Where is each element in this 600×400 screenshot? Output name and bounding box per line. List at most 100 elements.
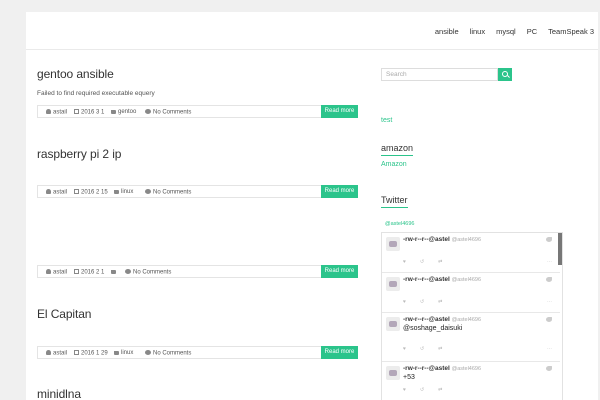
tweet-handle: @astel4696 <box>451 237 482 243</box>
post-meta: astail 2016 1 29 linux No Comments Read … <box>37 346 358 359</box>
widget-title-amazon: amazon <box>381 143 414 156</box>
folder-icon <box>114 350 119 355</box>
comment-icon <box>145 189 151 194</box>
site-header: ansible linux mysql PC TeamSpeak 3 <box>26 12 598 50</box>
post-author[interactable]: astail <box>46 350 67 357</box>
main-nav: ansible linux mysql PC TeamSpeak 3 <box>424 27 594 36</box>
tweet-author: -rw-r--r--@astel <box>403 236 450 243</box>
post-comments[interactable]: No Comments <box>145 109 191 116</box>
twitter-timeline[interactable]: -rw-r--r--@astel @astel4696 ♥ ↺ ⇄ ⋯ -rw-r-… <box>381 232 563 400</box>
post-author[interactable]: astail <box>46 269 67 276</box>
avatar[interactable] <box>386 237 400 251</box>
post-title[interactable]: raspberry pi 2 ip <box>37 147 121 161</box>
reply-icon[interactable]: ↺ <box>420 259 424 265</box>
tweet-count-icon: ⋯ <box>547 346 552 352</box>
comment-icon <box>145 350 151 355</box>
calendar-icon <box>74 350 79 355</box>
reply-icon[interactable]: ↺ <box>420 299 424 305</box>
tweet-item: -rw-r--r--@astel @astel4696 +53 ♥ ↺ ⇄ <box>382 362 560 400</box>
post-comments[interactable]: No Comments <box>125 269 171 276</box>
tweet-text: +53 <box>403 374 415 381</box>
tweet-count-icon: ⋯ <box>547 299 552 305</box>
nav-item-mysql[interactable]: mysql <box>496 27 516 36</box>
post-title[interactable]: gentoo ansible <box>37 67 114 81</box>
user-icon <box>46 189 51 194</box>
tweet-actions: ♥ ↺ ⇄ <box>403 259 456 265</box>
read-more-button[interactable]: Read more <box>321 265 358 278</box>
post-meta: astail 2016 3 1 gentoo No Comments Read … <box>37 105 358 118</box>
post-excerpt: Failed to find required executable equer… <box>37 90 155 97</box>
post-category[interactable]: gentoo <box>111 109 136 115</box>
sidebar-link-amazon[interactable]: Amazon <box>381 161 407 168</box>
calendar-icon <box>74 269 79 274</box>
tweet-item: -rw-r--r--@astel @astel4696 ♥ ↺ ⇄ ⋯ <box>382 233 560 273</box>
calendar-icon <box>74 189 79 194</box>
user-icon <box>46 269 51 274</box>
post-category[interactable]: linux <box>114 189 133 195</box>
post-title[interactable]: minidlna <box>37 387 81 400</box>
tweet-item: -rw-r--r--@astel @astel4696 @soshage_dai… <box>382 313 560 362</box>
read-more-button[interactable]: Read more <box>321 185 358 198</box>
read-more-button[interactable]: Read more <box>321 105 358 118</box>
heart-icon[interactable]: ♥ <box>403 299 406 305</box>
tweet-handle: @astel4696 <box>451 366 482 372</box>
post-category[interactable]: linux <box>114 350 133 356</box>
post-author[interactable]: astail <box>46 189 67 196</box>
tweet-handle: @astel4696 <box>451 317 482 323</box>
post-comments[interactable]: No Comments <box>145 350 191 357</box>
post-category[interactable] <box>111 269 118 275</box>
post-date[interactable]: 2016 3 1 <box>74 109 104 116</box>
tweet-item: -rw-r--r--@astel @astel4696 ♥ ↺ ⇄ ⋯ <box>382 273 560 313</box>
retweet-icon[interactable]: ⇄ <box>438 299 442 305</box>
retweet-icon[interactable]: ⇄ <box>438 387 442 393</box>
post-title[interactable]: El Capitan <box>37 307 91 321</box>
avatar[interactable] <box>386 317 400 331</box>
calendar-icon <box>74 109 79 114</box>
post-author[interactable]: astail <box>46 109 67 116</box>
tweet-actions: ♥ ↺ ⇄ <box>403 387 456 393</box>
nav-item-ansible[interactable]: ansible <box>435 27 459 36</box>
twitter-handle-link[interactable]: @astel4696 <box>385 221 414 227</box>
tweet-text: @soshage_daisuki <box>403 325 463 332</box>
heart-icon[interactable]: ♥ <box>403 346 406 352</box>
post-date[interactable]: 2016 2 15 <box>74 189 108 196</box>
twitter-bird-icon <box>546 237 552 242</box>
tweet-actions: ♥ ↺ ⇄ <box>403 299 456 305</box>
reply-icon[interactable]: ↺ <box>420 387 424 393</box>
comment-icon <box>125 269 131 274</box>
avatar[interactable] <box>386 366 400 380</box>
heart-icon[interactable]: ♥ <box>403 259 406 265</box>
user-icon <box>46 350 51 355</box>
retweet-icon[interactable]: ⇄ <box>438 346 442 352</box>
reply-icon[interactable]: ↺ <box>420 346 424 352</box>
tweet-count-icon: ⋯ <box>547 259 552 265</box>
heart-icon[interactable]: ♥ <box>403 387 406 393</box>
widget-title-twitter: Twitter <box>381 195 408 208</box>
post-date[interactable]: 2016 2 1 <box>74 269 104 276</box>
tweet-author: -rw-r--r--@astel <box>403 276 450 283</box>
search-input[interactable]: Search <box>381 68 498 81</box>
retweet-icon[interactable]: ⇄ <box>438 259 442 265</box>
post-meta: astail 2016 2 15 linux No Comments Read … <box>37 185 358 198</box>
folder-icon <box>111 109 116 114</box>
read-more-button[interactable]: Read more <box>321 346 358 359</box>
post-meta: astail 2016 2 1 No Comments Read more <box>37 265 358 278</box>
tweet-actions: ♥ ↺ ⇄ <box>403 346 456 352</box>
tweet-author: -rw-r--r--@astel <box>403 316 450 323</box>
user-icon <box>46 109 51 114</box>
folder-icon <box>114 189 119 194</box>
twitter-bird-icon <box>546 366 552 371</box>
sidebar-link-test[interactable]: test <box>381 117 392 124</box>
nav-item-linux[interactable]: linux <box>470 27 485 36</box>
folder-icon <box>111 269 116 274</box>
tweet-author: -rw-r--r--@astel <box>403 365 450 372</box>
post-comments[interactable]: No Comments <box>145 189 191 196</box>
avatar[interactable] <box>386 277 400 291</box>
twitter-bird-icon <box>546 277 552 282</box>
tweet-handle: @astel4696 <box>451 277 482 283</box>
nav-item-teamspeak[interactable]: TeamSpeak 3 <box>548 27 594 36</box>
post-date[interactable]: 2016 1 29 <box>74 350 108 357</box>
search-button[interactable] <box>498 68 512 81</box>
nav-item-pc[interactable]: PC <box>527 27 537 36</box>
page-container: ansible linux mysql PC TeamSpeak 3 gento… <box>26 12 598 400</box>
